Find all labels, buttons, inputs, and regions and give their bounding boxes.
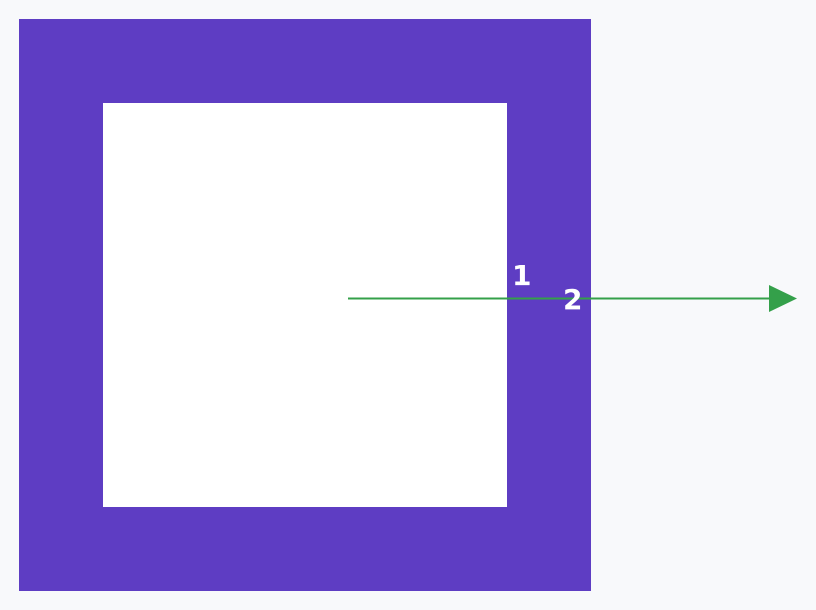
crossing-label-1: 1 [512, 259, 531, 292]
crossing-label-2: 2 [563, 283, 582, 316]
diagram-canvas: 1 2 [0, 0, 816, 610]
diagram-scene: 1 2 [0, 0, 816, 610]
inner-square [103, 103, 507, 507]
